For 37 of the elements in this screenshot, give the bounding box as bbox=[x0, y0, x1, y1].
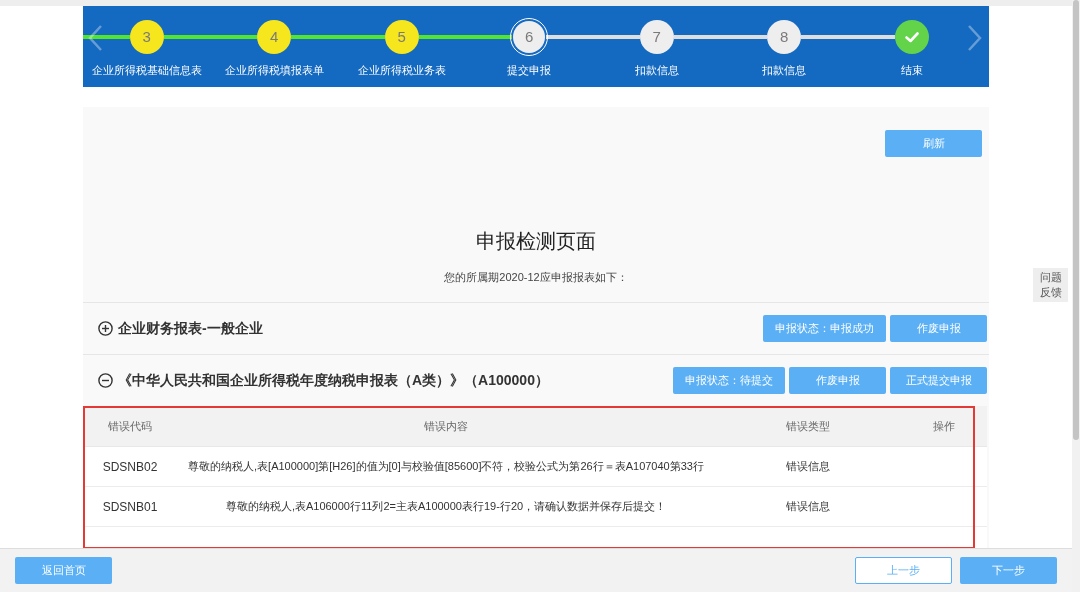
report-action-button[interactable]: 作废申报 bbox=[789, 367, 886, 394]
feedback-button[interactable]: 问题反馈 bbox=[1033, 268, 1068, 302]
chevron-left-icon[interactable] bbox=[88, 25, 103, 51]
step-label: 企业所得税填报表单 bbox=[224, 63, 324, 78]
footer-button[interactable]: 返回首页 bbox=[15, 557, 112, 584]
step-label: 扣款信息 bbox=[762, 63, 807, 78]
plus-circle-icon[interactable] bbox=[98, 321, 113, 336]
table-cell-text: SDSNB02 bbox=[102, 458, 158, 476]
step-label: 结束 bbox=[900, 63, 923, 78]
footer-button[interactable]: 下一步 bbox=[960, 557, 1057, 584]
report-action-button[interactable]: 申报状态：申报成功 bbox=[763, 315, 886, 342]
step-label: 企业所得税基础信息表 bbox=[91, 63, 202, 78]
footer-button[interactable]: 上一步 bbox=[855, 557, 952, 584]
column-header: 错误类型 bbox=[786, 418, 830, 434]
report-title: 企业财务报表-一般企业 bbox=[118, 319, 263, 338]
table-cell-text: 错误信息 bbox=[786, 459, 830, 475]
step-label: 企业所得税业务表 bbox=[357, 63, 446, 78]
check-icon bbox=[904, 31, 919, 43]
column-header: 错误内容 bbox=[424, 418, 468, 434]
report-action-button[interactable]: 作废申报 bbox=[890, 315, 987, 342]
column-header: 操作 bbox=[933, 418, 955, 434]
report-action-button[interactable]: 申报状态：待提交 bbox=[673, 367, 785, 394]
table-cell-text: 尊敬的纳税人,表A106000行11列2=主表A100000表行19-行20，请确认数据并保存后提交！ bbox=[225, 499, 667, 515]
report-title: 《中华人民共和国企业所得税年度纳税申报表（A类）》（A100000） bbox=[118, 371, 549, 390]
scrollbar-thumb[interactable] bbox=[1073, 0, 1079, 440]
column-header: 错误代码 bbox=[108, 418, 152, 434]
chevron-right-icon[interactable] bbox=[967, 25, 982, 51]
minus-circle-icon[interactable] bbox=[98, 373, 113, 388]
table-cell-text: 错误信息 bbox=[786, 499, 830, 515]
page-title: 申报检测页面 bbox=[476, 229, 596, 254]
refresh-button[interactable]: 刷新 bbox=[885, 130, 982, 157]
step-label: 提交申报 bbox=[507, 63, 552, 78]
table-cell-text: 尊敬的纳税人,表[A100000]第[H26]的值为[0]与校验值[85600]不符，校验公式为第26行＝表A107040第33行 bbox=[188, 459, 704, 475]
table-cell-text: SDSNB01 bbox=[102, 498, 158, 516]
step-label: 扣款信息 bbox=[634, 63, 679, 78]
report-action-button[interactable]: 正式提交申报 bbox=[890, 367, 987, 394]
period-subtitle: 您的所属期2020-12应申报报表如下： bbox=[444, 270, 628, 285]
